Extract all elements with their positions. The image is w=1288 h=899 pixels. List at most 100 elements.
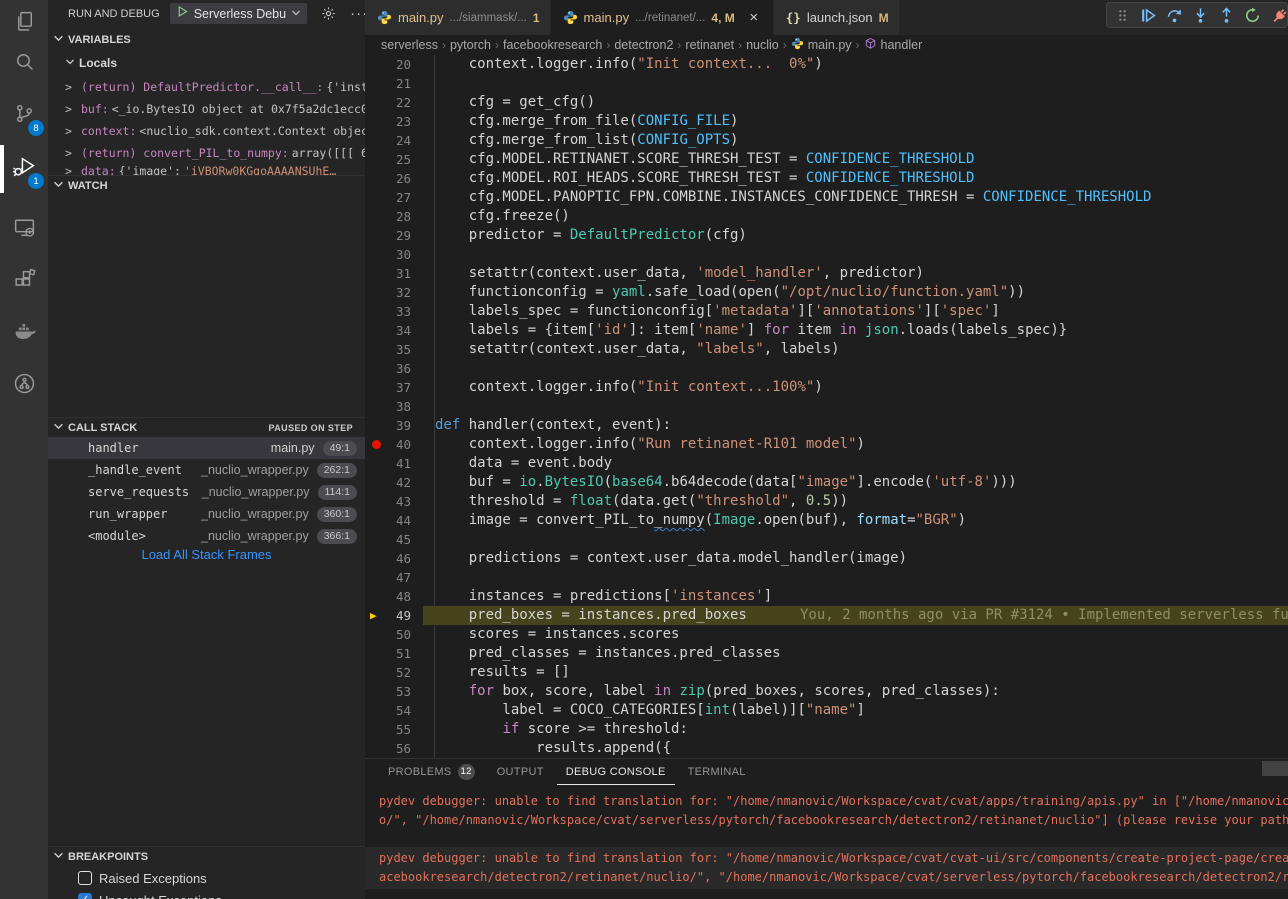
line-number[interactable]: 54 (365, 701, 411, 720)
step-out-button[interactable] (1218, 6, 1235, 24)
breadcrumb-item-main.py[interactable]: main.py (791, 37, 852, 53)
tab-description: .../siammask/... (450, 12, 527, 24)
chevron-right-icon: > (65, 124, 78, 138)
breakpoint-dot-icon[interactable] (372, 440, 381, 449)
line-number[interactable]: 25 (365, 150, 411, 169)
line-number[interactable]: 23 (365, 112, 411, 131)
section-watch[interactable]: WATCH (48, 175, 365, 195)
panel-scrollbar[interactable] (1262, 761, 1288, 776)
breadcrumb-item-facebookresearch[interactable]: facebookresearch (503, 38, 602, 52)
line-number[interactable]: 27 (365, 188, 411, 207)
line-number[interactable]: 48 (365, 587, 411, 606)
activity-item-source-control[interactable]: 8 (0, 92, 48, 140)
line-number[interactable]: 47 (365, 568, 411, 587)
breadcrumb-item-nuclio[interactable]: nuclio (746, 38, 779, 52)
stack-frame-row[interactable]: _handle_event_nuclio_wrapper.py262:1 (48, 459, 365, 481)
code-line-41: 41 data = event.body (365, 454, 1288, 473)
line-number[interactable]: 37 (365, 378, 411, 397)
line-number[interactable]: 28 (365, 207, 411, 226)
line-number[interactable]: 44 (365, 511, 411, 530)
tab-label: launch.json (807, 10, 873, 25)
continue-button[interactable] (1140, 6, 1157, 24)
launch-config-select[interactable]: Serverless Debu (170, 3, 307, 24)
line-number[interactable]: 53 (365, 682, 411, 701)
line-number[interactable]: 36 (365, 359, 411, 378)
line-number[interactable]: 50 (365, 625, 411, 644)
line-number[interactable]: 35 (365, 340, 411, 359)
line-number[interactable]: 41 (365, 454, 411, 473)
breadcrumb-item-detectron2[interactable]: detectron2 (614, 38, 673, 52)
line-number[interactable]: 52 (365, 663, 411, 682)
variable-row[interactable]: >context: <nuclio_sdk.context.Context ob… (48, 121, 365, 141)
more-actions-icon[interactable]: ··· (350, 5, 365, 22)
breakpoint-row[interactable]: Raised Exceptions (48, 868, 365, 888)
breakpoint-row[interactable]: ✓Uncaught Exceptions (48, 890, 365, 899)
line-number[interactable]: 32 (365, 283, 411, 302)
line-number[interactable]: 33 (365, 302, 411, 321)
stack-frame-row[interactable]: serve_requests_nuclio_wrapper.py114:1 (48, 481, 365, 503)
line-number[interactable]: 51 (365, 644, 411, 663)
gear-icon[interactable] (321, 6, 336, 21)
remote-explorer-icon (12, 215, 37, 245)
activity-item-extensions[interactable] (0, 258, 48, 306)
load-all-stack-frames-link[interactable]: Load All Stack Frames (48, 547, 365, 562)
panel-tab-problems[interactable]: PROBLEMS12 (379, 760, 484, 785)
activity-item-docker[interactable] (0, 310, 48, 358)
step-into-button[interactable] (1192, 6, 1209, 24)
disconnect-button[interactable] (1270, 6, 1287, 24)
line-number[interactable]: 29 (365, 226, 411, 245)
step-over-button[interactable] (1166, 6, 1183, 24)
stack-frame-row[interactable]: handlermain.py49:1 (48, 437, 365, 459)
checkbox[interactable] (78, 871, 92, 885)
panel-tab-output[interactable]: OUTPUT (488, 760, 553, 785)
frame-name: run_wrapper (88, 507, 167, 521)
breadcrumb-item-serverless[interactable]: serverless (381, 38, 438, 52)
line-number[interactable]: 45 (365, 530, 411, 549)
panel-tab-debug-console[interactable]: DEBUG CONSOLE (557, 760, 675, 785)
tab-launch.json[interactable]: {}launch.jsonM (774, 0, 900, 35)
variable-row[interactable]: >buf: <_io.BytesIO object at 0x7f5a2dc1e… (48, 99, 365, 119)
line-number[interactable]: 56 (365, 739, 411, 758)
code-text: scores = instances.scores (435, 625, 679, 644)
variable-row[interactable]: >(return) DefaultPredictor.__call__: {'i… (48, 77, 365, 97)
line-number[interactable]: 43 (365, 492, 411, 511)
activity-item-search[interactable] (0, 40, 48, 88)
tab-main.py[interactable]: main.py.../retinanet/...4, M× (551, 0, 774, 35)
variables-scope-locals[interactable]: Locals (48, 54, 365, 72)
line-number[interactable]: 31 (365, 264, 411, 283)
line-number[interactable]: 22 (365, 93, 411, 112)
line-number[interactable]: 55 (365, 720, 411, 739)
line-number[interactable]: 30 (365, 245, 411, 264)
start-debugging-icon[interactable] (176, 5, 189, 23)
stack-frame-row[interactable]: <module>_nuclio_wrapper.py366:1 (48, 525, 365, 547)
line-number[interactable]: 42 (365, 473, 411, 492)
variable-value: {'inst… (326, 80, 365, 94)
line-number[interactable]: 38 (365, 397, 411, 416)
line-number[interactable]: 46 (365, 549, 411, 568)
close-icon[interactable]: × (745, 9, 763, 26)
launch-config-label: Serverless Debu (194, 7, 286, 21)
line-number[interactable]: 34 (365, 321, 411, 340)
line-number[interactable]: 20 (365, 55, 411, 74)
breadcrumb-item-retinanet[interactable]: retinanet (685, 38, 734, 52)
explorer-icon (12, 9, 37, 39)
line-number[interactable]: 39 (365, 416, 411, 435)
checkbox-checked[interactable]: ✓ (78, 893, 92, 899)
tab-main.py[interactable]: main.py.../siammask/...1 (365, 0, 551, 35)
section-breakpoints[interactable]: BREAKPOINTS (48, 846, 365, 866)
section-call-stack[interactable]: CALL STACK PAUSED ON STEP (48, 417, 365, 437)
restart-button[interactable] (1244, 6, 1261, 24)
section-variables[interactable]: VARIABLES (48, 30, 365, 50)
breadcrumb-item-handler[interactable]: handler (864, 37, 923, 53)
line-number[interactable]: 21 (365, 74, 411, 93)
stack-frame-row[interactable]: run_wrapper_nuclio_wrapper.py360:1 (48, 503, 365, 525)
activity-item-git-graph[interactable] (0, 362, 48, 410)
activity-item-remote-explorer[interactable] (0, 206, 48, 254)
code-line-39: 39def handler(context, event): (365, 416, 1288, 435)
panel-tab-terminal[interactable]: TERMINAL (679, 760, 755, 785)
breadcrumb-item-pytorch[interactable]: pytorch (450, 38, 491, 52)
line-number[interactable]: 26 (365, 169, 411, 188)
variable-row[interactable]: >(return) convert_PIL_to_numpy: array([[… (48, 143, 365, 163)
activity-item-run-and-debug[interactable]: 1 (0, 145, 48, 193)
line-number[interactable]: 24 (365, 131, 411, 150)
